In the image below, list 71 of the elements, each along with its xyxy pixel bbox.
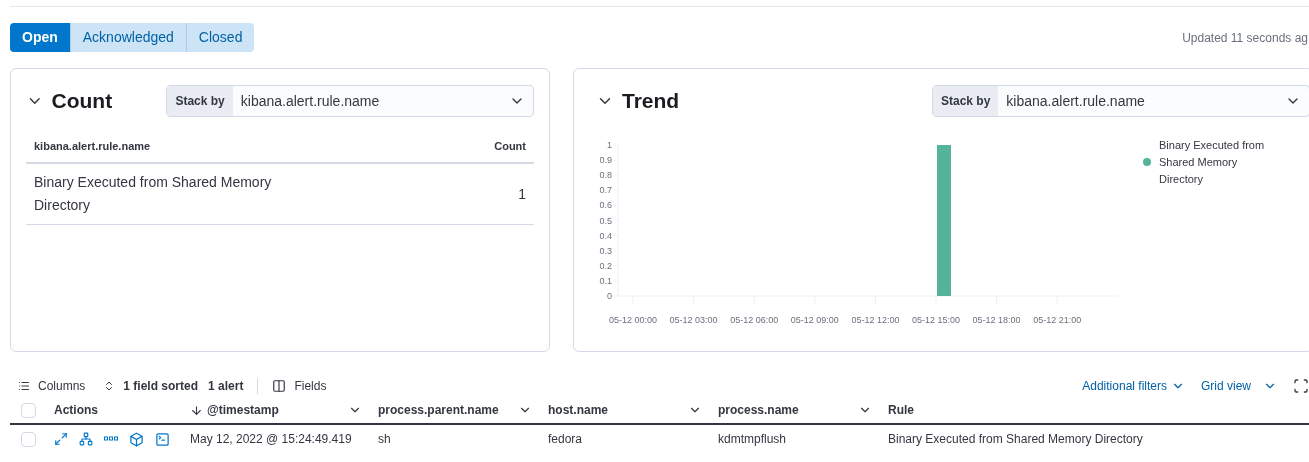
fields-button[interactable]: Fields (272, 377, 327, 395)
column-header[interactable]: process.parent.name (370, 401, 540, 419)
status-tab[interactable]: Open (10, 23, 70, 52)
more-icon[interactable] (104, 436, 118, 442)
column-header: kibana.alert.rule.name (34, 138, 151, 154)
x-tick-label: 05-12 00:00 (608, 315, 658, 325)
stack-by-select[interactable]: Stack by kibana.alert.rule.name (166, 85, 534, 117)
fullscreen-icon[interactable] (1293, 378, 1309, 394)
table-cell-text: Binary Executed from Shared Memory Directory (887, 431, 1144, 448)
column-header[interactable]: Rule (880, 401, 1280, 419)
panel-title: Count (51, 88, 114, 115)
stack-by-label: Stack by (933, 86, 999, 116)
x-tick-label: 05-12 09:00 (790, 315, 839, 325)
column-label: @timestamp (207, 402, 280, 419)
y-tick-label: 0.5 (599, 215, 612, 226)
y-tick-label: 0 (606, 291, 612, 301)
updated-text: Updated 11 seconds ag (1182, 29, 1308, 47)
grid-view-button[interactable]: Grid view (1201, 377, 1277, 395)
x-tick-label: 05-12 15:00 (911, 315, 961, 325)
expand-icon[interactable] (54, 432, 68, 446)
column-label: process.name (718, 402, 800, 419)
y-tick-label: 0.3 (599, 245, 612, 256)
table-cell-text: kdmtmpflush (717, 431, 788, 448)
x-tick-label: 05-12 12:00 (851, 315, 900, 325)
table-cell-text: sh (377, 431, 392, 448)
column-label: Actions (54, 402, 99, 419)
x-tick-label: 05-12 18:00 (972, 315, 1021, 325)
checkbox[interactable] (20, 431, 36, 447)
stack-by-value: kibana.alert.rule.name (1005, 91, 1146, 111)
sort-button[interactable]: 1 field sorted (103, 377, 199, 395)
column-label: process.parent.name (378, 402, 500, 419)
columns-button[interactable]: Columns (10, 377, 86, 395)
alert-count: 1 alert (208, 378, 244, 395)
column-label: Rule (888, 402, 915, 419)
sort-arrow-icon (190, 403, 203, 417)
y-tick-label: 0.4 (599, 230, 612, 241)
checkbox[interactable] (20, 402, 36, 418)
x-tick-label: 05-12 21:00 (1033, 315, 1082, 325)
column-header: Count (494, 138, 526, 154)
y-axis: 0 0.1 0.2 0.3 0.4 0.5 0.6 0.7 0.8 0.9 1 (599, 140, 619, 301)
status-tab[interactable]: Closed (185, 23, 255, 52)
columns-icon (272, 379, 287, 393)
y-tick-label: 0.8 (599, 170, 612, 181)
legend-label[interactable]: Binary Executed from Shared Memory Directory (1159, 136, 1279, 188)
status-tab[interactable]: Acknowledged (69, 23, 186, 52)
x-tick-label: 05-12 03:00 (669, 315, 718, 325)
panel-title: Trend (622, 88, 681, 115)
column-label: host.name (548, 402, 609, 419)
y-tick-label: 0.1 (599, 275, 612, 286)
list-icon (18, 380, 30, 392)
stack-by-select[interactable]: Stack by kibana.alert.rule.name (932, 85, 1309, 117)
table-cell-text: fedora (547, 431, 584, 448)
y-tick-label: 0.9 (599, 155, 612, 166)
stack-by-label: Stack by (167, 86, 233, 116)
x-tick-label: 05-12 06:00 (730, 315, 779, 325)
y-tick-label: 0.6 (599, 200, 612, 211)
table-cell-text: May 12, 2022 @ 15:24:49.419 (189, 431, 353, 448)
column-header[interactable]: process.name (710, 401, 880, 419)
column-header[interactable]: @timestamp (182, 401, 370, 419)
column-header[interactable]: host.name (540, 401, 710, 419)
table-cell-text: Binary Executed from Shared Memory Directory (34, 173, 273, 215)
y-tick-label: 0.2 (599, 260, 612, 271)
column-header[interactable]: Actions (46, 401, 182, 419)
table-cell-text: 1 (518, 184, 526, 204)
stack-by-value: kibana.alert.rule.name (239, 91, 381, 111)
y-tick-label: 0.7 (599, 185, 612, 196)
hierarchy-icon[interactable] (79, 432, 93, 446)
y-tick-label: 1 (606, 140, 612, 150)
cube-icon[interactable] (129, 431, 144, 447)
additional-filters-button[interactable]: Additional filters (1082, 377, 1185, 395)
terminal-icon[interactable] (155, 431, 170, 447)
